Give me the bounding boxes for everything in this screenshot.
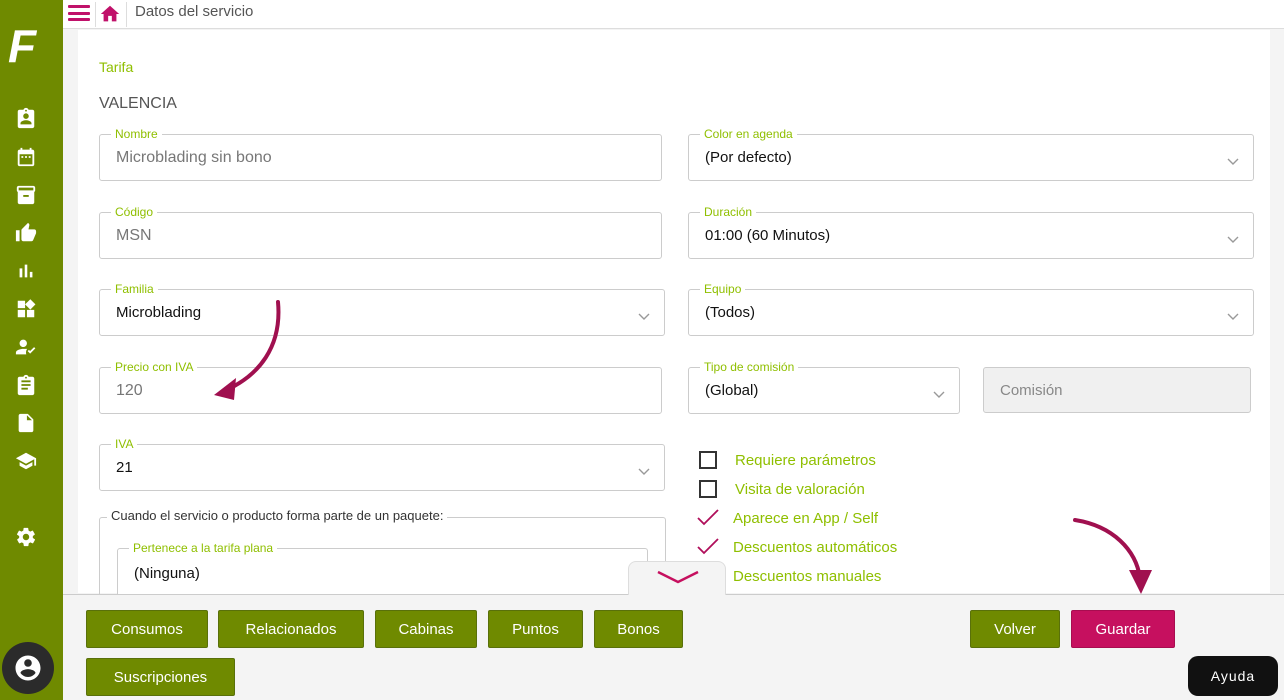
tipo-comision-value: (Global)	[705, 382, 759, 399]
relacionados-button[interactable]: Relacionados	[218, 610, 364, 648]
equipo-value: (Todos)	[705, 304, 756, 321]
descuentos-manuales-label: Descuentos manuales	[733, 567, 882, 585]
tipo-comision-select[interactable]: Tipo de comisión (Global)	[688, 359, 960, 414]
visita-valoracion-label: Visita de valoración	[735, 480, 865, 498]
volver-button[interactable]: Volver	[970, 610, 1060, 648]
chevron-down-icon	[638, 463, 650, 475]
equipo-select[interactable]: Equipo (Todos)	[688, 281, 1254, 336]
top-bar: Datos del servicio	[63, 0, 1284, 29]
checkbox-unchecked[interactable]	[699, 480, 717, 498]
comision-placeholder: Comisión	[1000, 381, 1063, 399]
help-button[interactable]: Ayuda	[1188, 656, 1278, 696]
duracion-value: 01:00 (60 Minutos)	[705, 227, 831, 244]
iva-value: 21	[116, 459, 133, 476]
puntos-button[interactable]: Puntos	[488, 610, 583, 648]
comision-input[interactable]: Comisión	[983, 367, 1251, 413]
calendar-icon[interactable]	[14, 145, 38, 169]
suscripciones-button[interactable]: Suscripciones	[86, 658, 235, 696]
chevron-down-icon	[1227, 153, 1239, 165]
bar-chart-icon[interactable]	[14, 259, 38, 283]
aparece-app-checkbox[interactable]: Aparece en App / Self	[697, 508, 879, 528]
sidebar: F	[0, 0, 63, 700]
checkmark-icon[interactable]	[697, 538, 719, 556]
precio-field[interactable]: Precio con IVA 120	[99, 359, 662, 414]
clipboard-list-icon[interactable]	[14, 373, 38, 397]
divider	[95, 2, 96, 27]
user-avatar[interactable]	[2, 642, 54, 694]
divider	[126, 2, 127, 27]
clipboard-user-icon[interactable]	[14, 106, 38, 130]
page-title: Datos del servicio	[135, 3, 254, 20]
bonos-button[interactable]: Bonos	[594, 610, 683, 648]
codigo-value: MSN	[116, 226, 152, 244]
descuentos-manuales-checkbox[interactable]: Descuentos manuales	[697, 566, 882, 586]
user-check-icon[interactable]	[14, 335, 38, 359]
tarifa-plana-select[interactable]: Pertenece a la tarifa plana (Ninguna)	[117, 540, 648, 595]
location-label: VALENCIA	[99, 95, 177, 112]
section-label-tarifa: Tarifa	[99, 59, 134, 75]
aparece-app-label: Aparece en App / Self	[733, 509, 879, 527]
tarifa-plana-label: Pertenece a la tarifa plana	[129, 540, 278, 556]
nombre-field[interactable]: Nombre Microblading sin bono	[99, 126, 662, 181]
chevron-down-icon	[638, 308, 650, 320]
home-icon[interactable]	[99, 3, 121, 25]
color-agenda-select[interactable]: Color en agenda (Por defecto)	[688, 126, 1254, 181]
iva-select[interactable]: IVA 21	[99, 436, 665, 491]
checkmark-icon[interactable]	[697, 509, 719, 527]
user-icon	[15, 655, 41, 681]
chevron-down-icon	[1227, 308, 1239, 320]
document-icon[interactable]	[14, 411, 38, 435]
app-logo[interactable]: F	[8, 22, 48, 70]
cabinas-button[interactable]: Cabinas	[375, 610, 477, 648]
familia-value: Microblading	[116, 304, 202, 321]
color-agenda-value: (Por defecto)	[705, 149, 792, 166]
chevron-down-icon	[657, 570, 699, 584]
requiere-parametros-checkbox[interactable]: Requiere parámetros	[699, 450, 876, 470]
gear-icon[interactable]	[14, 525, 38, 549]
chevron-down-icon	[1227, 231, 1239, 243]
archive-icon[interactable]	[14, 183, 38, 207]
hamburger-menu-icon[interactable]	[68, 5, 90, 23]
visita-valoracion-checkbox[interactable]: Visita de valoración	[699, 479, 865, 499]
thumbs-up-icon[interactable]	[14, 221, 38, 245]
scroll-down-toggle[interactable]	[628, 561, 726, 595]
nombre-value: Microblading sin bono	[116, 148, 272, 166]
descuentos-automaticos-checkbox[interactable]: Descuentos automáticos	[697, 537, 898, 557]
guardar-button[interactable]: Guardar	[1071, 610, 1175, 648]
widgets-icon[interactable]	[14, 297, 38, 321]
familia-select[interactable]: Familia Microblading	[99, 281, 665, 336]
precio-value: 120	[116, 381, 143, 399]
checkbox-unchecked[interactable]	[699, 451, 717, 469]
duracion-select[interactable]: Duración 01:00 (60 Minutos)	[688, 204, 1254, 259]
graduation-cap-icon[interactable]	[14, 449, 38, 473]
paquete-legend: Cuando el servicio o producto forma part…	[107, 508, 448, 523]
descuentos-automaticos-label: Descuentos automáticos	[733, 538, 898, 556]
consumos-button[interactable]: Consumos	[86, 610, 208, 648]
codigo-field[interactable]: Código MSN	[99, 204, 662, 259]
requiere-parametros-label: Requiere parámetros	[735, 451, 876, 469]
tarifa-plana-value: (Ninguna)	[134, 565, 200, 582]
chevron-down-icon	[933, 386, 945, 398]
